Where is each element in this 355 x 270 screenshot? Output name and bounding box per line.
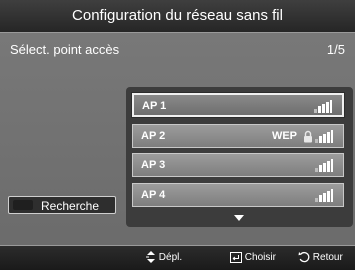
access-point-row-ap2[interactable]: AP 2 WEP: [132, 124, 344, 148]
color-key-icon: [13, 200, 33, 210]
return-icon: [298, 252, 313, 263]
search-button-label: Recherche: [41, 199, 100, 213]
access-point-name: AP 2: [141, 130, 166, 142]
help-select: Choisir: [230, 251, 276, 265]
scroll-down-arrow-icon[interactable]: [234, 215, 244, 221]
signal-strength-icon: [314, 100, 332, 113]
access-point-row-ap1[interactable]: AP 1: [132, 93, 344, 117]
security-type: WEP: [271, 130, 297, 142]
help-move-label: Dépl.: [158, 252, 183, 263]
page-indicator: 1/5: [326, 42, 345, 57]
page-title: Configuration du réseau sans fil: [72, 7, 283, 24]
enter-icon: [230, 251, 245, 263]
access-point-row-ap4[interactable]: AP 4: [132, 183, 344, 207]
access-point-list: AP 1 AP 2 WEP AP 3 AP 4: [126, 87, 353, 227]
signal-strength-icon: [315, 159, 333, 172]
signal-strength-icon: [315, 189, 333, 202]
title-bar: Configuration du réseau sans fil: [0, 0, 355, 33]
subtitle: Sélect. point accès: [10, 42, 120, 57]
access-point-name: AP 4: [141, 189, 166, 201]
access-point-name: AP 3: [141, 159, 166, 171]
signal-strength-icon: [315, 130, 333, 143]
lock-icon: [303, 130, 313, 143]
help-back: Retour: [298, 251, 343, 265]
help-move: Dépl.: [146, 251, 182, 265]
search-button[interactable]: Recherche: [8, 196, 116, 214]
access-point-name: AP 1: [142, 100, 167, 112]
footer-help-bar: Dépl. Choisir Retour: [0, 245, 355, 270]
help-back-label: Retour: [312, 252, 343, 263]
help-select-label: Choisir: [244, 252, 276, 263]
access-point-row-ap3[interactable]: AP 3: [132, 153, 344, 177]
updown-arrows-icon: [146, 251, 159, 264]
screen: Configuration du réseau sans fil Sélect.…: [0, 0, 355, 270]
